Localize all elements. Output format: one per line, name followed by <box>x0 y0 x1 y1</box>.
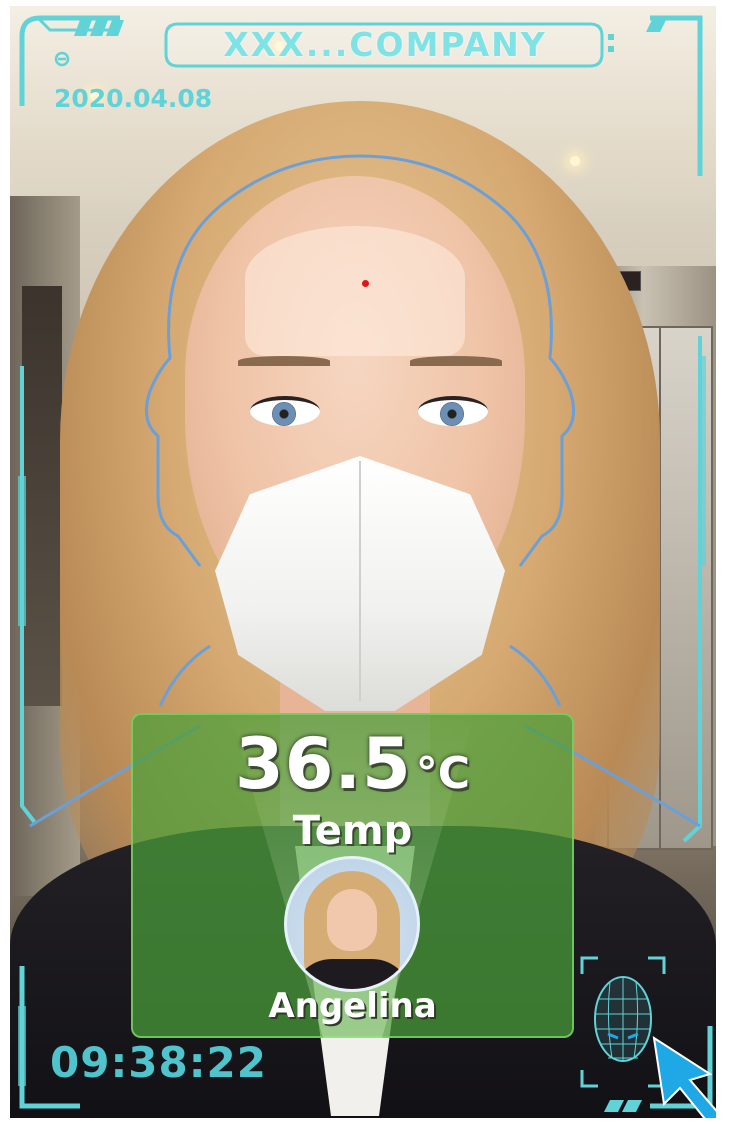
forehead-measure-zone <box>245 226 465 356</box>
person-avatar <box>284 856 420 992</box>
ceiling-light <box>570 156 580 166</box>
face-mask-fold <box>359 461 361 701</box>
current-time: 09:38:22 <box>50 1038 267 1087</box>
temperature-unit: °C <box>415 748 470 799</box>
current-date: 2020.04.08 <box>54 84 213 113</box>
elevator-door <box>659 326 713 850</box>
temperature-value: 36.5 <box>234 723 412 805</box>
company-name: XXX...COMPANY <box>223 25 547 64</box>
subject-eyebrow <box>410 356 502 366</box>
avatar-face <box>327 889 377 951</box>
temperature-reading: 36.5°C <box>131 723 574 805</box>
left-doorway <box>22 286 62 706</box>
camera-screen: XXX...COMPANY 2020.04.08 36.5°C Temp Ang… <box>10 6 716 1118</box>
subject-eye <box>250 396 320 426</box>
subject-eye <box>418 396 488 426</box>
temperature-target-dot <box>362 280 369 287</box>
cursor-arrow-icon <box>652 1035 716 1118</box>
person-name: Angelina <box>268 986 437 1026</box>
temperature-label: Temp <box>292 808 413 854</box>
subject-eyebrow <box>238 356 330 366</box>
